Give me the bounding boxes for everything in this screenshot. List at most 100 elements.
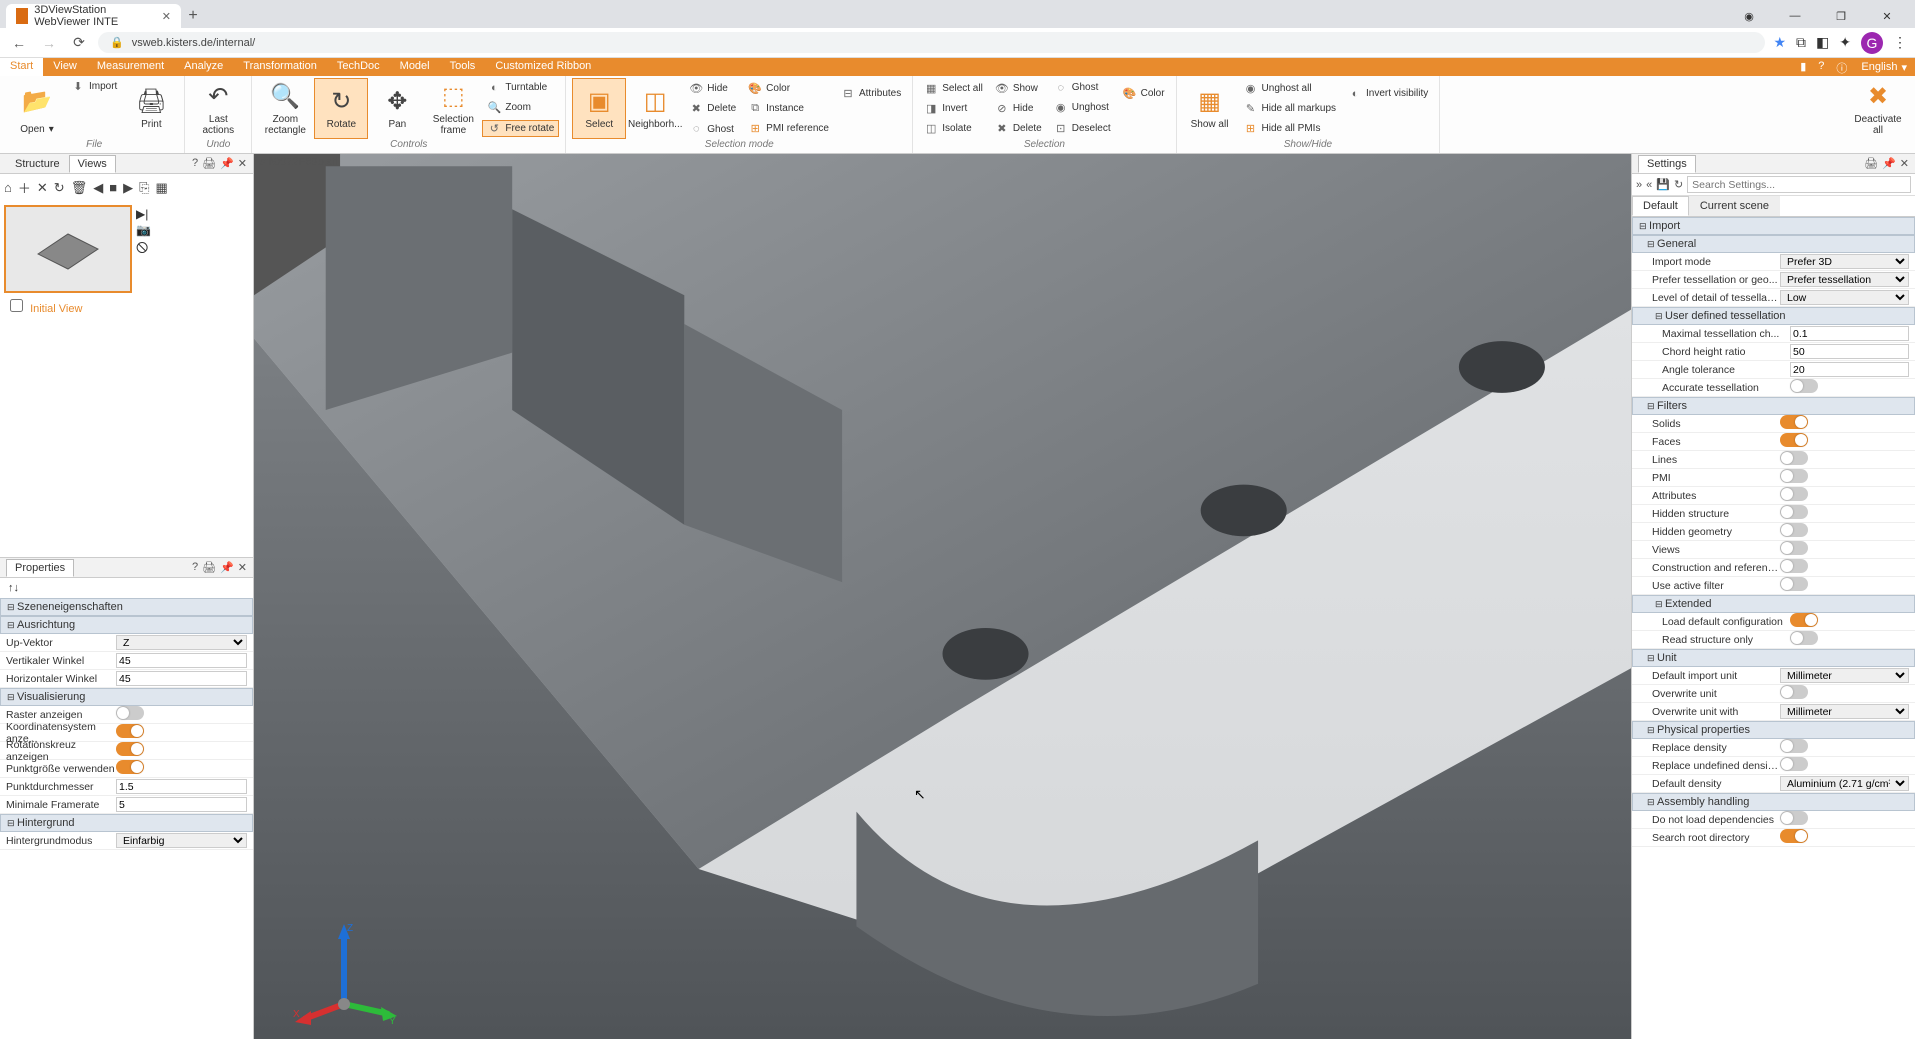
- views-tab[interactable]: Views: [69, 155, 116, 173]
- min-framerate-input[interactable]: [116, 797, 247, 812]
- bg-mode-select[interactable]: Einfarbig: [116, 833, 247, 848]
- horiz-angle-input[interactable]: [116, 671, 247, 686]
- free-rotate-button[interactable]: ↺Free rotate: [482, 120, 559, 137]
- axis-gizmo[interactable]: Z Y X: [289, 919, 399, 1029]
- section-user-tess[interactable]: User defined tessellation: [1632, 307, 1915, 325]
- unghost-button[interactable]: ◉Unghost: [1049, 99, 1116, 116]
- view-checkbox[interactable]: [10, 299, 23, 312]
- replace-undef-toggle[interactable]: [1780, 757, 1808, 771]
- select-button[interactable]: ▣Select: [572, 78, 626, 139]
- next-thumb-icon[interactable]: ▶|: [136, 207, 151, 221]
- use-pointsize-toggle[interactable]: [116, 760, 144, 774]
- structure-tab[interactable]: Structure: [6, 155, 69, 173]
- info-icon[interactable]: ⓘ: [1830, 58, 1853, 76]
- attrs-toggle[interactable]: [1780, 487, 1808, 501]
- neighborhood-button[interactable]: ◫Neighborh...: [628, 78, 682, 139]
- angle-input[interactable]: [1790, 362, 1909, 377]
- expand-icon[interactable]: »: [1636, 179, 1642, 191]
- show-all-button[interactable]: ▦Show all: [1183, 78, 1237, 139]
- hide-button[interactable]: 👁Hide: [684, 80, 741, 97]
- section-scene-props[interactable]: Szeneneigenschaften: [0, 598, 253, 616]
- section-general[interactable]: General: [1632, 235, 1915, 253]
- trash-icon[interactable]: 🗑: [71, 180, 88, 196]
- faces-toggle[interactable]: [1780, 433, 1808, 447]
- chord-input[interactable]: [1790, 344, 1909, 359]
- home-icon[interactable]: ⌂: [4, 180, 12, 195]
- invert-button[interactable]: ◨Invert: [919, 100, 988, 117]
- open-dropdown[interactable]: Open ▾: [10, 124, 64, 135]
- kebab-icon[interactable]: ⋮: [1893, 34, 1907, 51]
- extension-icon[interactable]: ⧉: [1796, 34, 1806, 51]
- default-tab[interactable]: Default: [1632, 196, 1689, 216]
- views-toggle[interactable]: [1780, 541, 1808, 555]
- help-icon[interactable]: ?: [192, 561, 198, 574]
- pmi-reference-button[interactable]: ⊞PMI reference: [743, 120, 834, 137]
- print-button[interactable]: 🖨Print: [124, 78, 178, 139]
- overwrite-unit-toggle[interactable]: [1780, 685, 1808, 699]
- import-mode-select[interactable]: Prefer 3D: [1780, 254, 1909, 269]
- puzzle-icon[interactable]: ✦: [1839, 34, 1851, 51]
- hide-markups-button[interactable]: ✎Hide all markups: [1239, 100, 1341, 117]
- camera-icon[interactable]: 📷: [136, 223, 151, 237]
- section-extended[interactable]: Extended: [1632, 595, 1915, 613]
- ribbon-tab-view[interactable]: View: [43, 58, 87, 76]
- rotate-button[interactable]: ↻Rotate: [314, 78, 368, 139]
- camera-off-icon[interactable]: 🛇: [136, 239, 151, 260]
- settings-search-input[interactable]: [1687, 176, 1911, 193]
- avatar[interactable]: G: [1861, 32, 1883, 54]
- section-visualization[interactable]: Visualisierung: [0, 688, 253, 706]
- print-icon[interactable]: 🖨: [202, 157, 216, 170]
- add-icon[interactable]: ＋: [18, 178, 31, 197]
- pin-icon[interactable]: 📌: [220, 561, 234, 574]
- section-background[interactable]: Hintergrund: [0, 814, 253, 832]
- browser-tab[interactable]: 3DViewStation WebViewer INTE ✕: [6, 4, 181, 28]
- no-load-deps-toggle[interactable]: [1780, 811, 1808, 825]
- close-icon[interactable]: ✕: [238, 157, 247, 170]
- collapse-icon[interactable]: «: [1646, 179, 1652, 191]
- zoom-rectangle-button[interactable]: 🔍Zoom rectangle: [258, 78, 312, 139]
- hidden-geom-toggle[interactable]: [1780, 523, 1808, 537]
- export-icon[interactable]: ⎘: [139, 180, 149, 196]
- isolate-button[interactable]: ◫Isolate: [919, 120, 988, 137]
- select-all-button[interactable]: ▦Select all: [919, 80, 988, 97]
- url-field[interactable]: 🔒 vsweb.kisters.de/internal/: [98, 32, 1765, 53]
- attributes-button[interactable]: ⊟Attributes: [836, 85, 906, 102]
- hide-pmis-button[interactable]: ⊞Hide all PMIs: [1239, 120, 1341, 137]
- color2-button[interactable]: 🎨Color: [1118, 85, 1170, 102]
- close-icon[interactable]: ✕: [1900, 157, 1909, 170]
- new-tab-button[interactable]: +: [181, 7, 205, 25]
- window-close-icon[interactable]: ✕: [1865, 4, 1909, 28]
- print-icon[interactable]: 🖨: [1864, 157, 1878, 170]
- section-import[interactable]: Import: [1632, 217, 1915, 235]
- sort-icon[interactable]: ↑↓: [8, 582, 19, 594]
- refresh-icon[interactable]: ↻: [54, 180, 65, 196]
- play-icon[interactable]: ▶: [123, 180, 133, 196]
- refresh-icon[interactable]: ↻: [1674, 178, 1683, 191]
- stop-icon[interactable]: ■: [109, 180, 117, 195]
- section-unit[interactable]: Unit: [1632, 649, 1915, 667]
- ghost-button[interactable]: ◌Ghost: [684, 121, 741, 137]
- show-raster-toggle[interactable]: [116, 706, 144, 720]
- read-struct-toggle[interactable]: [1790, 631, 1818, 645]
- view-thumbnail[interactable]: [4, 205, 132, 293]
- view-name-row[interactable]: Initial View: [0, 297, 253, 317]
- show-button[interactable]: 👁Show: [990, 80, 1047, 97]
- active-filter-toggle[interactable]: [1780, 577, 1808, 591]
- ribbon-tab-start[interactable]: Start: [0, 58, 43, 76]
- prefer-tess-select[interactable]: Prefer tessellation: [1780, 272, 1909, 287]
- reload-icon[interactable]: ⟳: [68, 34, 90, 51]
- constr-toggle[interactable]: [1780, 559, 1808, 573]
- settings-tab[interactable]: Settings: [1638, 155, 1696, 173]
- replace-density-toggle[interactable]: [1780, 739, 1808, 753]
- search-root-toggle[interactable]: [1780, 829, 1808, 843]
- open-button[interactable]: 📂: [10, 78, 64, 124]
- hide2-button[interactable]: ⊘Hide: [990, 100, 1047, 117]
- extension2-icon[interactable]: ◧: [1816, 34, 1829, 51]
- save-icon[interactable]: 💾: [1656, 178, 1670, 191]
- accurate-toggle[interactable]: [1790, 379, 1818, 393]
- ribbon-tab-measurement[interactable]: Measurement: [87, 58, 174, 76]
- close-icon[interactable]: ✕: [238, 561, 247, 574]
- section-assembly[interactable]: Assembly handling: [1632, 793, 1915, 811]
- load-default-toggle[interactable]: [1790, 613, 1818, 627]
- invert-visibility-button[interactable]: ◐Invert visibility: [1343, 86, 1433, 102]
